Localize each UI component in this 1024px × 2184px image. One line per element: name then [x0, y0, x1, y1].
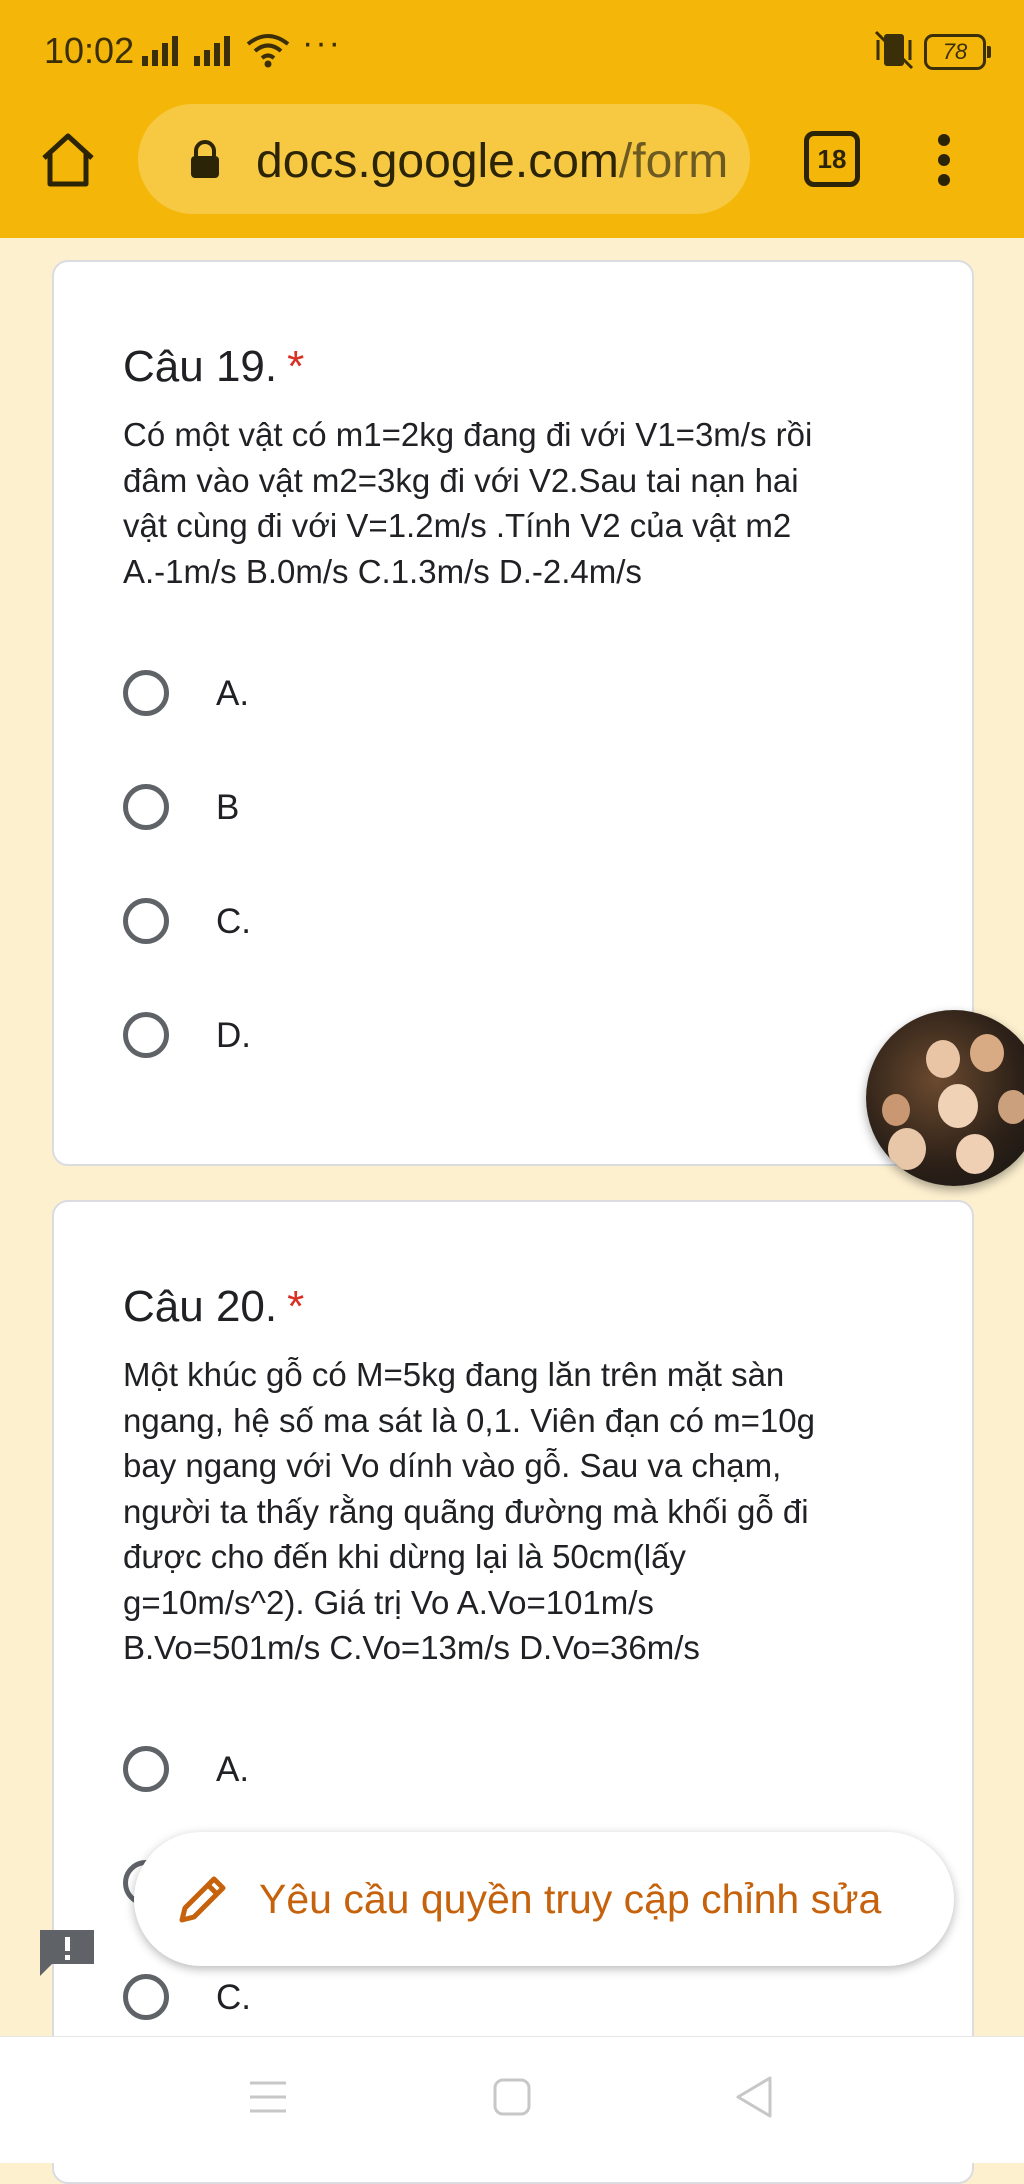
radio-button[interactable]	[123, 784, 169, 830]
option-label: C.	[216, 902, 251, 941]
recent-apps-icon[interactable]	[248, 2079, 288, 2115]
avatar-face	[938, 1084, 978, 1128]
question-title: Câu 20. *	[123, 1282, 304, 1332]
option-c[interactable]: C.	[123, 1970, 823, 2030]
address-bar[interactable]: docs.google.com/form	[138, 104, 750, 214]
required-asterisk: *	[287, 342, 305, 391]
question-number: Câu 20.	[123, 1282, 278, 1331]
home-nav-icon[interactable]	[492, 2077, 532, 2117]
required-asterisk: *	[287, 1282, 305, 1331]
option-label: A.	[216, 674, 250, 713]
option-label: D.	[216, 1016, 251, 1055]
chat-head-avatar[interactable]	[866, 1010, 1024, 1186]
request-edit-access-label: Yêu cầu quyền truy cập chỉnh sửa	[259, 1876, 882, 1922]
question-text: Một khúc gỗ có M=5kg đang lăn trên mặt s…	[123, 1356, 815, 1666]
question-number: Câu 19.	[123, 342, 278, 391]
system-navigation-bar	[0, 2036, 1024, 2163]
feedback-icon[interactable]	[38, 1928, 96, 1978]
wifi-icon	[246, 34, 290, 68]
overflow-menu-icon[interactable]	[934, 132, 954, 188]
status-bar: 10:02 ··· 78	[0, 0, 1024, 100]
tab-switcher-icon[interactable]: 18	[804, 131, 860, 187]
url-text[interactable]: docs.google.com/form	[256, 134, 736, 189]
option-a[interactable]: A.	[123, 666, 823, 726]
url-path: /form	[618, 135, 729, 188]
question-card: Câu 19. * Có một vật có m1=2kg đang đi vớ…	[52, 260, 974, 1166]
option-c[interactable]: C.	[123, 894, 823, 954]
battery-indicator: 78	[924, 34, 991, 70]
option-label: B	[216, 788, 240, 827]
url-host: docs.google.com	[256, 135, 619, 188]
pencil-icon	[179, 1876, 226, 1923]
avatar-face	[882, 1094, 910, 1126]
radio-button[interactable]	[123, 670, 169, 716]
option-label: A.	[216, 1750, 250, 1789]
option-a[interactable]: A.	[123, 1742, 823, 1802]
radio-button[interactable]	[123, 898, 169, 944]
home-icon[interactable]	[38, 130, 98, 190]
back-icon[interactable]	[734, 2075, 774, 2119]
option-label: C.	[216, 1978, 251, 2017]
avatar-face	[970, 1034, 1004, 1072]
browser-toolbar: 10:02 ··· 78 docs.google.com/form 18	[0, 0, 1024, 238]
avatar-face	[888, 1128, 926, 1170]
option-d[interactable]: D.	[123, 1008, 823, 1068]
signal-icon	[142, 36, 178, 66]
avatar-face	[926, 1040, 960, 1078]
question-title: Câu 19. *	[123, 342, 304, 392]
radio-button[interactable]	[123, 1974, 169, 2020]
lock-icon[interactable]	[188, 140, 222, 180]
radio-button[interactable]	[123, 1012, 169, 1058]
question-text: Có một vật có m1=2kg đang đi với V1=3m/s…	[123, 416, 813, 590]
avatar-face	[998, 1090, 1024, 1124]
request-edit-access-button[interactable]: Yêu cầu quyền truy cập chỉnh sửa	[134, 1832, 954, 1966]
signal-icon	[194, 36, 230, 66]
more-notifications-icon: ···	[302, 24, 342, 62]
radio-button[interactable]	[123, 1746, 169, 1792]
vibrate-icon	[874, 30, 914, 70]
avatar-face	[956, 1134, 994, 1174]
option-b[interactable]: B	[123, 780, 823, 840]
clock: 10:02	[44, 30, 135, 71]
